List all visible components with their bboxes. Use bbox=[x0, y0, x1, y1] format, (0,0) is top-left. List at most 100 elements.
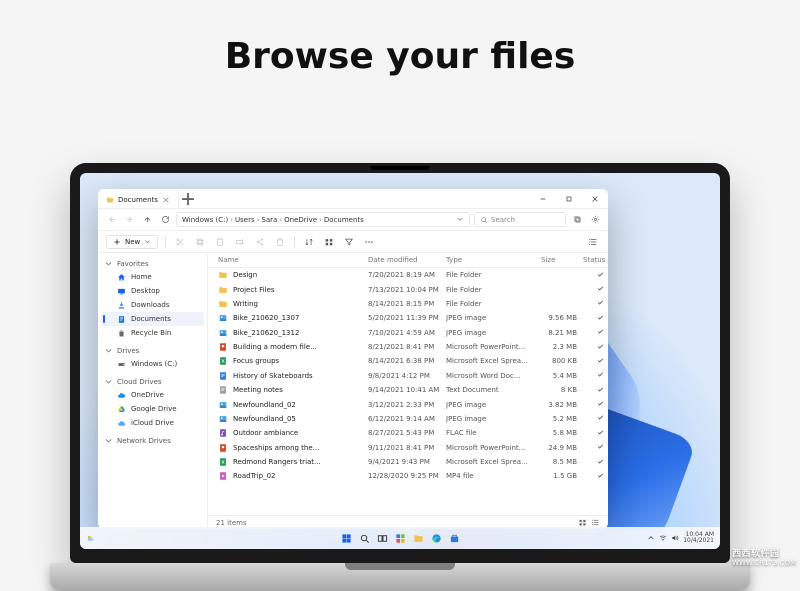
file-sync-status bbox=[583, 271, 608, 280]
chevron-down-icon bbox=[144, 238, 151, 245]
file-type: Microsoft Excel Sprea... bbox=[446, 357, 541, 365]
breadcrumb-segment[interactable]: Sara bbox=[261, 216, 277, 224]
details-button[interactable] bbox=[586, 235, 600, 249]
column-header[interactable]: Status bbox=[583, 256, 608, 264]
sidebar-item-home[interactable]: Home bbox=[101, 270, 204, 284]
taskbar-app-edge[interactable] bbox=[430, 532, 442, 544]
sidebar-item-documents[interactable]: Documents bbox=[101, 312, 204, 326]
new-tab-button[interactable] bbox=[179, 189, 197, 208]
nav-forward-button[interactable] bbox=[122, 213, 136, 227]
column-header[interactable]: Name bbox=[218, 256, 368, 264]
file-date: 6/12/2021 9:14 AM bbox=[368, 415, 446, 423]
xls-icon bbox=[218, 457, 228, 467]
file-row[interactable]: Writing8/14/2021 8:15 PMFile Folder bbox=[208, 297, 608, 311]
audio-icon bbox=[218, 428, 228, 438]
file-sync-status bbox=[583, 414, 608, 423]
close-tab-icon[interactable] bbox=[162, 196, 170, 204]
file-type: Microsoft Word Doc... bbox=[446, 372, 541, 380]
chevron-down-icon[interactable] bbox=[456, 215, 464, 225]
view-small-thumbs-icon[interactable] bbox=[578, 518, 587, 527]
preview-pane-button[interactable] bbox=[570, 213, 584, 227]
file-row[interactable]: Design7/20/2021 8:19 AMFile Folder bbox=[208, 268, 608, 282]
wifi-icon[interactable] bbox=[659, 534, 667, 542]
file-row[interactable]: Redmond Rangers triat...9/4/2021 9:43 PM… bbox=[208, 455, 608, 469]
file-row[interactable]: RoadTrip_0212/28/2020 9:25 PMMP4 file1.5… bbox=[208, 469, 608, 483]
breadcrumb-segment[interactable]: Users bbox=[235, 216, 255, 224]
more-button[interactable] bbox=[362, 235, 376, 249]
share-button[interactable] bbox=[253, 235, 267, 249]
check-icon bbox=[597, 343, 604, 350]
file-row[interactable]: Newfoundland_023/12/2021 2:33 PMJPEG ima… bbox=[208, 397, 608, 411]
cloud-icon bbox=[117, 391, 126, 400]
cut-button[interactable] bbox=[173, 235, 187, 249]
search-input[interactable]: Search bbox=[474, 212, 566, 227]
chevron-up-icon[interactable] bbox=[647, 534, 655, 542]
system-tray[interactable]: 10:04 AM 10/4/2021 bbox=[647, 532, 714, 544]
column-header[interactable]: Type bbox=[446, 256, 541, 264]
filter-button[interactable] bbox=[342, 235, 356, 249]
maximize-button[interactable] bbox=[556, 189, 582, 208]
file-row[interactable]: Project Files7/13/2021 10:04 PMFile Fold… bbox=[208, 282, 608, 296]
file-row[interactable]: Meeting notes9/14/2021 10:41 AMText Docu… bbox=[208, 383, 608, 397]
widgets-button[interactable] bbox=[394, 532, 406, 544]
taskbar-weather-widget[interactable] bbox=[86, 534, 95, 543]
file-row[interactable]: Building a modern file...8/21/2021 8:41 … bbox=[208, 340, 608, 354]
file-row[interactable]: Focus groups8/14/2021 6:38 PMMicrosoft E… bbox=[208, 354, 608, 368]
copy-button[interactable] bbox=[193, 235, 207, 249]
sidebar-item-google-drive[interactable]: Google Drive bbox=[101, 402, 204, 416]
close-window-button[interactable] bbox=[582, 189, 608, 208]
start-button[interactable] bbox=[340, 532, 352, 544]
file-size: 800 KB bbox=[541, 357, 583, 365]
nav-refresh-button[interactable] bbox=[158, 213, 172, 227]
sidebar-item-downloads[interactable]: Downloads bbox=[101, 298, 204, 312]
sidebar-group-header[interactable]: Favorites bbox=[98, 257, 207, 270]
file-type: File Folder bbox=[446, 286, 541, 294]
breadcrumb[interactable]: Windows (C:)›Users›Sara›OneDrive›Documen… bbox=[176, 212, 470, 227]
sound-icon[interactable] bbox=[671, 534, 679, 542]
file-row[interactable]: Bike_210620_13127/10/2021 4:59 AMJPEG im… bbox=[208, 326, 608, 340]
view-details-icon[interactable] bbox=[591, 518, 600, 527]
window-tab-documents[interactable]: Documents bbox=[98, 189, 179, 208]
column-headers[interactable]: NameDate modifiedTypeSizeStatus bbox=[208, 253, 608, 268]
laptop-camera-notch bbox=[370, 166, 430, 170]
file-row[interactable]: Spaceships among the...9/11/2021 8:41 PM… bbox=[208, 441, 608, 455]
sidebar-group-header[interactable]: Network Drives bbox=[98, 434, 207, 447]
sidebar-item-windows-c-[interactable]: Windows (C:) bbox=[101, 357, 204, 371]
settings-button[interactable] bbox=[588, 213, 602, 227]
drive-icon bbox=[117, 360, 126, 369]
new-button[interactable]: New bbox=[106, 235, 158, 249]
delete-button[interactable] bbox=[273, 235, 287, 249]
column-header[interactable]: Date modified bbox=[368, 256, 446, 264]
taskbar-clock[interactable]: 10:04 AM 10/4/2021 bbox=[683, 532, 714, 544]
sidebar-item-onedrive[interactable]: OneDrive bbox=[101, 388, 204, 402]
taskbar-search-button[interactable] bbox=[358, 532, 370, 544]
search-icon bbox=[359, 533, 370, 544]
taskbar-app-store[interactable] bbox=[448, 532, 460, 544]
desktop-icon bbox=[117, 287, 126, 296]
file-row[interactable]: History of Skateboards9/8/2021 4:12 PMMi… bbox=[208, 369, 608, 383]
sidebar-group-header[interactable]: Drives bbox=[98, 344, 207, 357]
nav-back-button[interactable] bbox=[104, 213, 118, 227]
file-size: 5.4 MB bbox=[541, 372, 583, 380]
rename-button[interactable] bbox=[233, 235, 247, 249]
file-row[interactable]: Bike_210620_13075/20/2021 11:39 PMJPEG i… bbox=[208, 311, 608, 325]
nav-up-button[interactable] bbox=[140, 213, 154, 227]
paste-button[interactable] bbox=[213, 235, 227, 249]
column-header[interactable]: Size bbox=[541, 256, 583, 264]
breadcrumb-segment[interactable]: OneDrive bbox=[284, 216, 317, 224]
check-icon bbox=[597, 400, 604, 407]
sidebar-item-icloud-drive[interactable]: iCloud Drive bbox=[101, 416, 204, 430]
file-row[interactable]: Newfoundland_056/12/2021 9:14 AMJPEG ima… bbox=[208, 412, 608, 426]
breadcrumb-segment[interactable]: Windows (C:) bbox=[182, 216, 228, 224]
breadcrumb-segment[interactable]: Documents bbox=[324, 216, 364, 224]
taskbar-app-explorer[interactable] bbox=[412, 532, 424, 544]
minimize-button[interactable] bbox=[530, 189, 556, 208]
view-button[interactable] bbox=[322, 235, 336, 249]
file-type: JPEG image bbox=[446, 329, 541, 337]
file-row[interactable]: Outdoor ambiance8/27/2021 5:43 PMFLAC fi… bbox=[208, 426, 608, 440]
task-view-button[interactable] bbox=[376, 532, 388, 544]
sidebar-item-desktop[interactable]: Desktop bbox=[101, 284, 204, 298]
sidebar-group-header[interactable]: Cloud Drives bbox=[98, 375, 207, 388]
sort-button[interactable] bbox=[302, 235, 316, 249]
sidebar-item-recycle-bin[interactable]: Recycle Bin bbox=[101, 326, 204, 340]
